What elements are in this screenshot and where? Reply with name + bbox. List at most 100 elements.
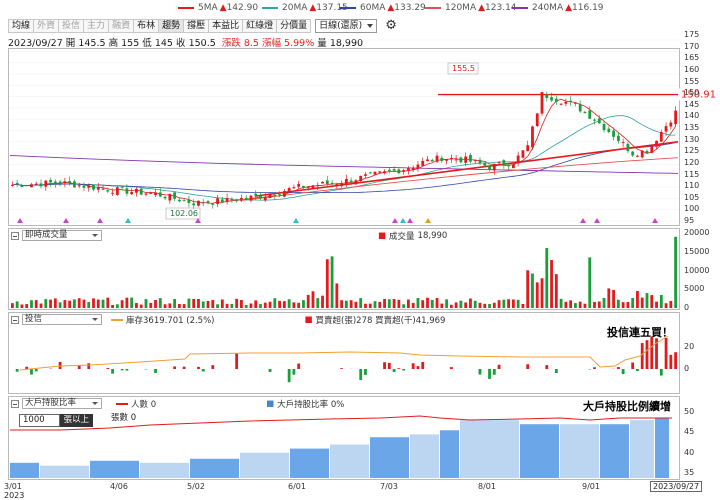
candle-body bbox=[25, 185, 28, 186]
institution-bar bbox=[479, 369, 482, 375]
volume-bar bbox=[412, 303, 415, 308]
volume-bar bbox=[631, 298, 634, 308]
volume-bar bbox=[87, 302, 90, 308]
y-tick: 15000 bbox=[684, 247, 709, 256]
candle-body bbox=[211, 204, 214, 205]
candle-body bbox=[355, 180, 358, 184]
signal-marker bbox=[392, 218, 398, 223]
volume-bar bbox=[560, 299, 563, 308]
institution-bar bbox=[30, 369, 33, 375]
candle-body bbox=[173, 192, 176, 198]
candle-body bbox=[474, 160, 477, 161]
candle-body bbox=[30, 184, 33, 187]
volume-bar bbox=[73, 299, 76, 308]
volume-bar bbox=[192, 299, 195, 308]
institution-bar bbox=[288, 369, 291, 382]
candle-body bbox=[16, 183, 19, 184]
candle-body bbox=[369, 172, 372, 173]
volume-bar bbox=[240, 300, 243, 308]
volume-bar bbox=[469, 299, 472, 308]
volume-bar bbox=[383, 299, 386, 308]
institution-bar bbox=[364, 369, 367, 375]
institution-bar bbox=[674, 352, 677, 369]
volume-bar bbox=[426, 298, 429, 308]
y-tick: 105 bbox=[684, 193, 699, 202]
candle-body bbox=[97, 188, 100, 190]
candle-body bbox=[445, 159, 448, 161]
ma20-line bbox=[12, 116, 675, 201]
institution-bar bbox=[126, 369, 129, 371]
candle-body bbox=[102, 189, 105, 190]
candle-body bbox=[388, 170, 391, 171]
institution-bar bbox=[35, 369, 38, 371]
volume-bar bbox=[316, 298, 319, 308]
volume-bar bbox=[393, 299, 396, 308]
institution-bar bbox=[450, 367, 453, 369]
candle-body bbox=[612, 131, 615, 137]
candle-body bbox=[502, 160, 505, 165]
volume-bar bbox=[545, 248, 548, 308]
volume-bar bbox=[78, 298, 81, 308]
candle-body bbox=[149, 193, 152, 194]
volume-bar bbox=[221, 300, 224, 308]
volume-bar bbox=[111, 305, 114, 308]
candle-body bbox=[121, 187, 124, 188]
candle-body bbox=[627, 144, 630, 151]
volume-bar bbox=[479, 303, 482, 308]
signal-marker bbox=[63, 218, 69, 223]
candle-body bbox=[440, 158, 443, 161]
candle-body bbox=[460, 157, 463, 162]
institution-bar bbox=[636, 369, 639, 371]
candle-body bbox=[321, 182, 324, 184]
institution-bar bbox=[646, 340, 649, 369]
institution-bar bbox=[660, 369, 663, 376]
volume-bar bbox=[121, 300, 124, 308]
holding-line bbox=[20, 336, 668, 370]
x-tick: 8/01 bbox=[478, 482, 496, 491]
institution-bar bbox=[297, 364, 300, 369]
candle-body bbox=[116, 187, 119, 195]
institution-bar bbox=[269, 369, 272, 372]
candle-body bbox=[44, 181, 47, 187]
candle-body bbox=[264, 197, 267, 201]
volume-bar bbox=[641, 298, 644, 308]
candle-body bbox=[669, 123, 672, 127]
volume-bar bbox=[21, 305, 24, 308]
volume-bar bbox=[588, 257, 591, 308]
volume-bar bbox=[450, 305, 453, 308]
candle-body bbox=[607, 129, 610, 132]
chart-canvas: 155.5102.06150.91 bbox=[0, 0, 720, 499]
candle-body bbox=[293, 187, 296, 188]
volume-bar bbox=[402, 304, 405, 308]
volume-bar bbox=[421, 300, 424, 308]
candle-body bbox=[188, 200, 191, 203]
x-tick: 5/02 bbox=[187, 482, 205, 491]
volume-bar bbox=[493, 303, 496, 308]
candle-body bbox=[235, 200, 238, 201]
institution-bar bbox=[25, 367, 28, 369]
institution-bar bbox=[16, 369, 19, 372]
candle-body bbox=[650, 145, 653, 153]
volume-bar bbox=[541, 278, 544, 308]
volume-bar bbox=[297, 303, 300, 308]
candle-body bbox=[569, 101, 572, 102]
volume-bar bbox=[388, 299, 391, 308]
candle-body bbox=[192, 203, 195, 205]
institution-bar bbox=[154, 369, 157, 373]
y-tick: 20000 bbox=[684, 228, 709, 237]
candle-body bbox=[397, 169, 400, 173]
candle-body bbox=[164, 197, 167, 198]
volume-bar bbox=[431, 300, 434, 308]
volume-bar bbox=[345, 301, 348, 308]
volume-bar bbox=[135, 303, 138, 308]
candle-body bbox=[564, 102, 567, 104]
candle-body bbox=[226, 198, 229, 202]
holder-bar bbox=[460, 420, 519, 478]
institution-bar bbox=[202, 369, 205, 372]
volume-bar bbox=[364, 304, 367, 308]
signal-marker bbox=[97, 218, 103, 223]
volume-bar bbox=[536, 282, 539, 308]
institution-bar bbox=[359, 369, 362, 380]
candle-body bbox=[145, 193, 148, 194]
volume-bar bbox=[331, 256, 334, 308]
